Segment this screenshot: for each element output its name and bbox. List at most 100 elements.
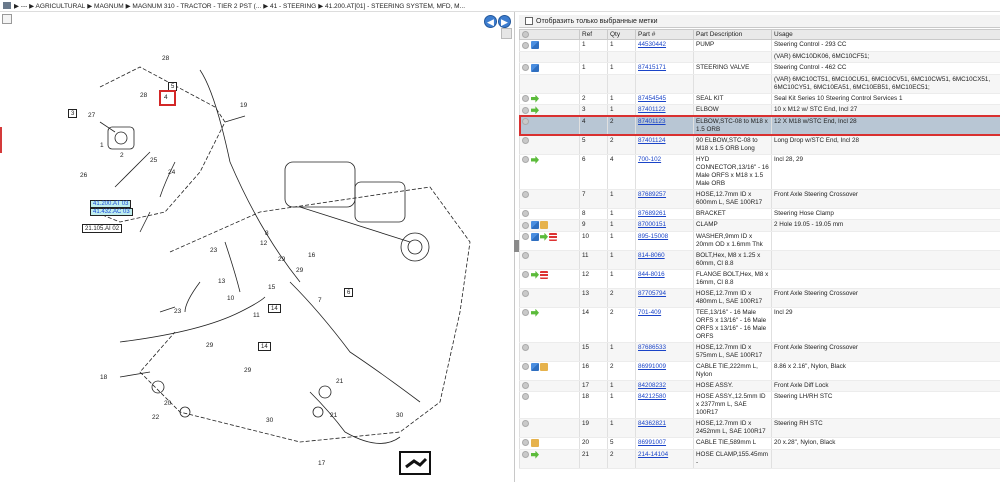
part-number-link[interactable]: 214-14104 bbox=[638, 451, 668, 458]
swap-icon[interactable] bbox=[531, 41, 539, 50]
callout-label[interactable]: 28 bbox=[162, 55, 169, 62]
home-icon[interactable] bbox=[3, 2, 11, 9]
boxed-label[interactable]: 14 bbox=[258, 342, 271, 351]
callout-label[interactable]: 24 bbox=[168, 169, 175, 176]
select-dot-icon[interactable] bbox=[522, 343, 529, 351]
callout-label[interactable]: 18 bbox=[100, 374, 107, 381]
part-number-link[interactable]: 44530442 bbox=[638, 41, 666, 48]
header-usage[interactable]: Usage bbox=[771, 28, 1000, 41]
callout-label[interactable]: 23 bbox=[174, 308, 181, 315]
select-dot-icon[interactable] bbox=[522, 451, 529, 459]
arrow-icon[interactable] bbox=[531, 155, 539, 164]
callout-label[interactable]: 29 bbox=[296, 267, 303, 274]
part-number-link[interactable]: 87705794 bbox=[638, 290, 666, 297]
select-dot-icon[interactable] bbox=[522, 106, 529, 114]
callout-label[interactable]: 4 bbox=[164, 94, 168, 101]
header-part[interactable]: Part # bbox=[635, 28, 694, 41]
table-row[interactable]: 3 1 87401122 ELBOW 10 x M12 w/ STC End, Incl… bbox=[519, 104, 1000, 117]
select-dot-icon[interactable] bbox=[522, 190, 529, 198]
callout-label[interactable]: 12 bbox=[260, 240, 267, 247]
boxed-label[interactable]: 14 bbox=[268, 304, 281, 313]
part-number-link[interactable]: 86991009 bbox=[638, 363, 666, 370]
arrow-icon[interactable] bbox=[540, 232, 548, 241]
callout-label[interactable]: 11 bbox=[253, 312, 260, 319]
select-dot-icon[interactable] bbox=[522, 221, 529, 229]
table-row[interactable]: 5 2 87401124 90 ELBOW,STC-08 to M18 x 1.5 O… bbox=[519, 135, 1000, 155]
table-row[interactable]: 9 1 87000151 CLAMP 2 Hole 19.05 - 19.05 mm bbox=[519, 219, 1000, 232]
callout-label[interactable]: 8 bbox=[265, 230, 269, 237]
table-row[interactable]: 17 1 84208232 HOSE ASSY. Front Axle Diff Loc… bbox=[519, 380, 1000, 392]
header-ref[interactable]: Ref bbox=[579, 28, 608, 41]
table-row[interactable]: 10 1 895-15008 WASHER,9mm ID x 20mm OD x 1.… bbox=[519, 231, 1000, 251]
table-row[interactable]: 15 1 87686533 HOSE,12.7mm ID x 575mm L, SAE… bbox=[519, 342, 1000, 362]
select-dot-icon[interactable] bbox=[522, 271, 529, 279]
breadcrumb-item[interactable]: ▶ MAGNUM 310 - TRACTOR - TIER 2 PST (... bbox=[126, 2, 262, 10]
callout-label[interactable]: 2 bbox=[120, 152, 124, 159]
arrow-icon[interactable] bbox=[531, 270, 539, 279]
table-row[interactable]: 18 1 84212580 HOSE ASSY.,12.5mm ID x 2377mm… bbox=[519, 391, 1000, 419]
callout-label[interactable]: 23 bbox=[210, 247, 217, 254]
breadcrumb-item[interactable]: ▶ 41.200.AT[01] - STEERING SYSTEM, MFD, … bbox=[318, 2, 465, 10]
select-dot-icon[interactable] bbox=[522, 117, 529, 125]
table-row[interactable]: (VAR) 6MC10DK06, 6MC10CF51; bbox=[519, 51, 1000, 63]
select-dot-icon[interactable] bbox=[522, 41, 529, 49]
swap-icon[interactable] bbox=[531, 63, 539, 72]
header-description[interactable]: Part Description bbox=[693, 28, 772, 41]
select-dot-icon[interactable] bbox=[522, 64, 529, 72]
table-row[interactable]: 6 4 700-102 HYD CONNECTOR,13/16" - 16 Male … bbox=[519, 154, 1000, 190]
select-dot-icon[interactable] bbox=[522, 156, 529, 164]
callout-label[interactable]: 25 bbox=[150, 157, 157, 164]
select-dot-icon[interactable] bbox=[522, 439, 529, 447]
select-dot-icon[interactable] bbox=[522, 289, 529, 297]
select-dot-icon[interactable] bbox=[522, 209, 529, 217]
table-row[interactable]: 2 1 87454545 SEAL KIT Seal Kit Series 10 Ste… bbox=[519, 93, 1000, 106]
select-dot-icon[interactable] bbox=[522, 233, 529, 241]
callout-label[interactable]: 30 bbox=[396, 412, 403, 419]
breadcrumb-item[interactable]: ▶ --- ▶ AGRICULTURAL bbox=[14, 2, 85, 10]
part-number-link[interactable]: 87689257 bbox=[638, 191, 666, 198]
table-row[interactable]: 14 2 701-409 TEE,13/16" - 16 Male ORFS x 13… bbox=[519, 307, 1000, 343]
callout-label[interactable]: 22 bbox=[152, 414, 159, 421]
callout-label[interactable]: 16 bbox=[308, 252, 315, 259]
part-number-link[interactable]: 84212580 bbox=[638, 393, 666, 400]
select-dot-icon[interactable] bbox=[522, 363, 529, 371]
part-number-link[interactable]: 87401123 bbox=[638, 118, 666, 125]
callout-label[interactable]: 29 bbox=[206, 342, 213, 349]
breadcrumb-item[interactable]: ▶ 41 - STEERING bbox=[263, 2, 316, 10]
table-row[interactable]: 21 2 214-14104 HOSE CLAMP,155.45mm - bbox=[519, 449, 1000, 469]
part-number-link[interactable]: 895-15008 bbox=[638, 233, 668, 240]
callout-label[interactable]: 19 bbox=[240, 102, 247, 109]
header-qty[interactable]: Qty bbox=[607, 28, 636, 41]
arrow-icon[interactable] bbox=[531, 450, 539, 459]
callout-label[interactable]: 7 bbox=[318, 297, 322, 304]
box-icon[interactable] bbox=[531, 438, 539, 447]
table-row[interactable]: (VAR) 6MC10CT51, 6MC10CU51, 6MC10CV51, 6… bbox=[519, 74, 1000, 94]
table-row[interactable]: 12 1 844-8016 FLANGE BOLT,Hex, M8 x 16mm, C… bbox=[519, 269, 1000, 289]
table-row[interactable]: 8 1 87689261 BRACKET Steering Hose Clamp bbox=[519, 208, 1000, 221]
part-number-link[interactable]: 87454545 bbox=[638, 95, 666, 102]
part-number-link[interactable]: 87415171 bbox=[638, 64, 666, 71]
part-number-link[interactable]: 86991007 bbox=[638, 439, 666, 446]
flag-icon[interactable] bbox=[540, 270, 548, 279]
swap-icon[interactable] bbox=[531, 221, 539, 230]
select-dot-icon[interactable] bbox=[522, 419, 529, 427]
callout-label[interactable]: 13 bbox=[218, 278, 225, 285]
callout-label[interactable]: 10 bbox=[227, 295, 234, 302]
box-icon[interactable] bbox=[540, 362, 548, 371]
table-row[interactable]: 19 1 84362821 HOSE,12.7mm ID x 2452mm L, SA… bbox=[519, 418, 1000, 438]
select-dot-icon[interactable] bbox=[522, 392, 529, 400]
boxed-label[interactable]: 6 bbox=[344, 288, 354, 297]
callout-label[interactable]: 17 bbox=[318, 460, 325, 467]
table-row[interactable]: 13 2 87705794 HOSE,12.7mm ID x 480mm L, SAE… bbox=[519, 288, 1000, 308]
select-dot-icon[interactable] bbox=[522, 95, 529, 103]
callout-label[interactable]: 30 bbox=[266, 417, 273, 424]
part-number-link[interactable]: 87000151 bbox=[638, 221, 666, 228]
swap-icon[interactable] bbox=[531, 362, 539, 371]
table-row[interactable]: 20 5 86991007 CABLE TIE,589mm L 20 x.28", Ny… bbox=[519, 437, 1000, 450]
swap-icon[interactable] bbox=[531, 232, 539, 241]
callout-label[interactable]: 15 bbox=[268, 284, 275, 291]
breadcrumb-item[interactable]: ▶ MAGNUM bbox=[87, 2, 123, 10]
table-row[interactable]: 7 1 87689257 HOSE,12.7mm ID x 600mm L, SAE … bbox=[519, 189, 1000, 209]
part-number-link[interactable]: 87401124 bbox=[638, 137, 666, 144]
callout-label[interactable]: 21 bbox=[330, 412, 337, 419]
